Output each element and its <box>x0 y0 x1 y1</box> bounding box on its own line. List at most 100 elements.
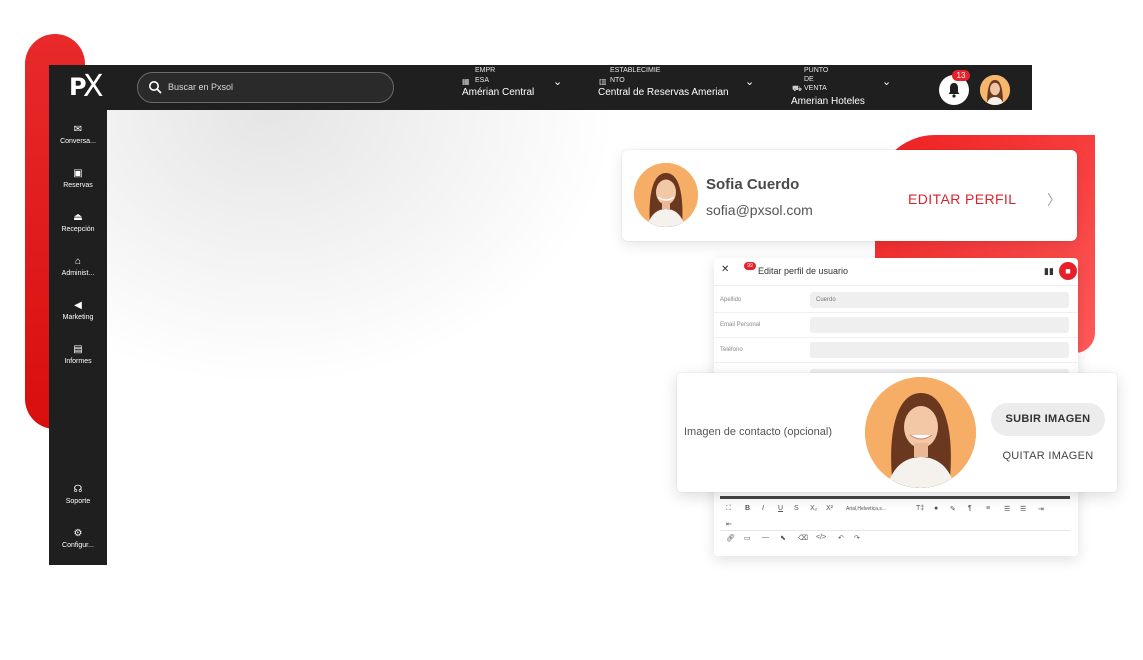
sidebar-item-informes[interactable]: ▤ Informes <box>49 343 107 365</box>
establecimiento-caption-2: NTO <box>610 77 625 84</box>
mini-badge: 99 <box>744 262 756 270</box>
calendar-icon: ▣ <box>73 168 83 179</box>
profile-card[interactable]: Sofia Cuerdo sofia@pxsol.com EDITAR PERF… <box>622 150 1077 241</box>
close-icon[interactable]: ✕ <box>721 264 729 275</box>
content-area <box>107 110 647 410</box>
profile-avatar <box>634 163 698 227</box>
subscript-icon[interactable]: X₂ <box>810 505 817 512</box>
screen: PX Buscar en Pxsol EMPR ▦ ESA Amérian Ce… <box>0 0 1143 660</box>
user-avatar[interactable] <box>980 75 1010 105</box>
chevron-down-icon: ⌄ <box>882 76 892 88</box>
paragraph-icon[interactable]: ¶ <box>968 505 972 512</box>
chevron-right-icon[interactable]: 〉 <box>1047 190 1061 210</box>
bold-icon[interactable]: B <box>745 505 750 512</box>
form-row-apellido: Apellido Cuerdo <box>714 288 1078 313</box>
sidebar-item-label: Conversa... <box>60 138 96 145</box>
undo-icon[interactable]: ↶ <box>838 534 844 542</box>
cursor-icon[interactable]: ⬉ <box>780 534 786 542</box>
remove-image-button[interactable]: QUITAR IMAGEN <box>991 450 1105 462</box>
font-select[interactable]: Arial,Helvetica,s... <box>846 506 886 512</box>
search-icon <box>149 81 162 94</box>
px-logo[interactable]: PX <box>69 69 105 104</box>
sidebar-item-configuracion[interactable]: ⚙ Configur... <box>49 527 107 549</box>
sidebar-item-soporte[interactable]: ☊ Soporte <box>49 483 107 505</box>
woman-portrait-icon <box>980 75 1010 105</box>
code-icon[interactable]: </> <box>816 534 826 541</box>
punto-venta-caption: PUNTO <box>804 67 829 74</box>
punto-venta-caption-2: DE <box>804 76 814 83</box>
editor-toolbar: ⛶ B I U S X₂ X² Arial,Helvetica,s... T‡ … <box>720 496 1070 530</box>
image-icon[interactable]: ▭ <box>744 534 751 542</box>
building-icon: ▥ <box>599 77 607 86</box>
sidebar-item-administracion[interactable]: ⌂ Administ... <box>49 255 107 277</box>
contact-image-preview <box>865 377 976 488</box>
apellido-field[interactable]: Cuerdo <box>810 292 1069 308</box>
sidebar-item-label: Informes <box>64 358 92 365</box>
strikethrough-icon[interactable]: S <box>794 505 799 512</box>
sidebar-item-marketing[interactable]: ◀ Marketing <box>49 299 107 321</box>
megaphone-icon: ◀ <box>74 300 82 311</box>
field-label: Apellido <box>720 297 742 303</box>
building-icon: ▦ <box>462 77 470 86</box>
sidebar-item-recepcion[interactable]: ⏏ Recepción <box>49 211 107 233</box>
cart-icon: ⛟ <box>792 84 803 93</box>
horizontal-rule-icon[interactable]: — <box>762 534 769 541</box>
notification-count-badge: 13 <box>952 70 970 81</box>
redo-icon[interactable]: ↷ <box>854 534 860 542</box>
lock-icon[interactable]: ■ <box>1059 262 1077 280</box>
color-icon[interactable]: ● <box>934 505 938 512</box>
bell-icon <box>948 83 960 98</box>
contact-image-card: Imagen de contacto (opcional) SUBIR IMAG… <box>677 373 1117 492</box>
telefono-field[interactable] <box>810 342 1069 358</box>
top-bar: PX Buscar en Pxsol EMPR ▦ ESA Amérian Ce… <box>49 65 1032 110</box>
mail-icon: ✉ <box>73 124 83 135</box>
sidebar-item-label: Recepción <box>61 226 95 233</box>
list-ordered-icon[interactable]: ☰ <box>1004 505 1010 513</box>
list-unordered-icon[interactable]: ☰ <box>1020 505 1026 513</box>
fullscreen-icon[interactable]: ⛶ <box>726 505 731 513</box>
empresa-caption-2: ESA <box>475 77 490 84</box>
align-icon[interactable]: ≡ <box>986 505 990 512</box>
link-icon[interactable]: 🔗︎ <box>726 534 735 542</box>
outdent-icon[interactable]: ⇤ <box>726 520 732 528</box>
underline-icon[interactable]: U <box>778 505 783 512</box>
indent-icon[interactable]: ⇥ <box>1038 505 1044 513</box>
empresa-selector[interactable]: EMPR ▦ ESA Amérian Central ⌄ <box>459 65 564 110</box>
sidebar-item-reservas[interactable]: ▣ Reservas <box>49 167 107 189</box>
superscript-icon[interactable]: X² <box>826 505 833 512</box>
support-icon: ☊ <box>73 484 83 495</box>
edit-panel-header: ✕ 99 Editar perfil de usuario ▮▮ ■ <box>714 258 1078 286</box>
book-icon[interactable]: ▮▮ <box>1044 266 1054 277</box>
punto-venta-selector[interactable]: PUNTO DE ⛟ VENTA Amerian Hoteles ⌄ <box>789 65 894 110</box>
woman-portrait-icon <box>865 377 976 488</box>
empresa-caption: EMPR <box>475 67 496 74</box>
font-size-icon[interactable]: T‡ <box>916 505 924 512</box>
sidebar-item-label: Marketing <box>62 314 94 321</box>
highlight-icon[interactable]: ✎ <box>950 505 956 513</box>
sidebar-item-conversaciones[interactable]: ✉ Conversa... <box>49 123 107 145</box>
establecimiento-caption: ESTABLECIMIE <box>610 67 661 74</box>
form-row-telefono: Teléfono <box>714 338 1078 363</box>
field-label: Teléfono <box>720 347 743 353</box>
sidebar-item-label: Configur... <box>62 542 94 549</box>
italic-icon[interactable]: I <box>762 505 764 512</box>
chevron-down-icon: ⌄ <box>745 76 755 88</box>
bank-icon: ⌂ <box>74 256 82 267</box>
edit-panel-title: Editar perfil de usuario <box>758 266 849 276</box>
search-input[interactable]: Buscar en Pxsol <box>137 72 394 103</box>
edit-profile-link[interactable]: EDITAR PERFIL <box>908 191 1016 207</box>
field-label: Email Personal <box>720 322 761 328</box>
sidebar: ✉ Conversa... ▣ Reservas ⏏ Recepción ⌂ A… <box>49 110 107 565</box>
punto-venta-caption-3: VENTA <box>804 85 827 92</box>
editor-toolbar-secondary: 🔗︎ ▭ — ⬉ ⌫ </> ↶ ↷ <box>720 530 1070 546</box>
contact-image-label: Imagen de contacto (opcional) <box>684 426 832 438</box>
sidebar-item-label: Reservas <box>63 182 93 189</box>
form-row-email: Email Personal <box>714 313 1078 338</box>
sidebar-item-label: Soporte <box>65 498 91 505</box>
empresa-value: Amérian Central <box>462 87 535 98</box>
eraser-icon[interactable]: ⌫ <box>798 534 808 542</box>
gear-icon: ⚙ <box>73 528 83 539</box>
email-personal-field[interactable] <box>810 317 1069 333</box>
upload-image-button[interactable]: SUBIR IMAGEN <box>991 403 1105 436</box>
establecimiento-selector[interactable]: ESTABLECIMIE ▥ NTO Central de Reservas A… <box>596 65 758 110</box>
